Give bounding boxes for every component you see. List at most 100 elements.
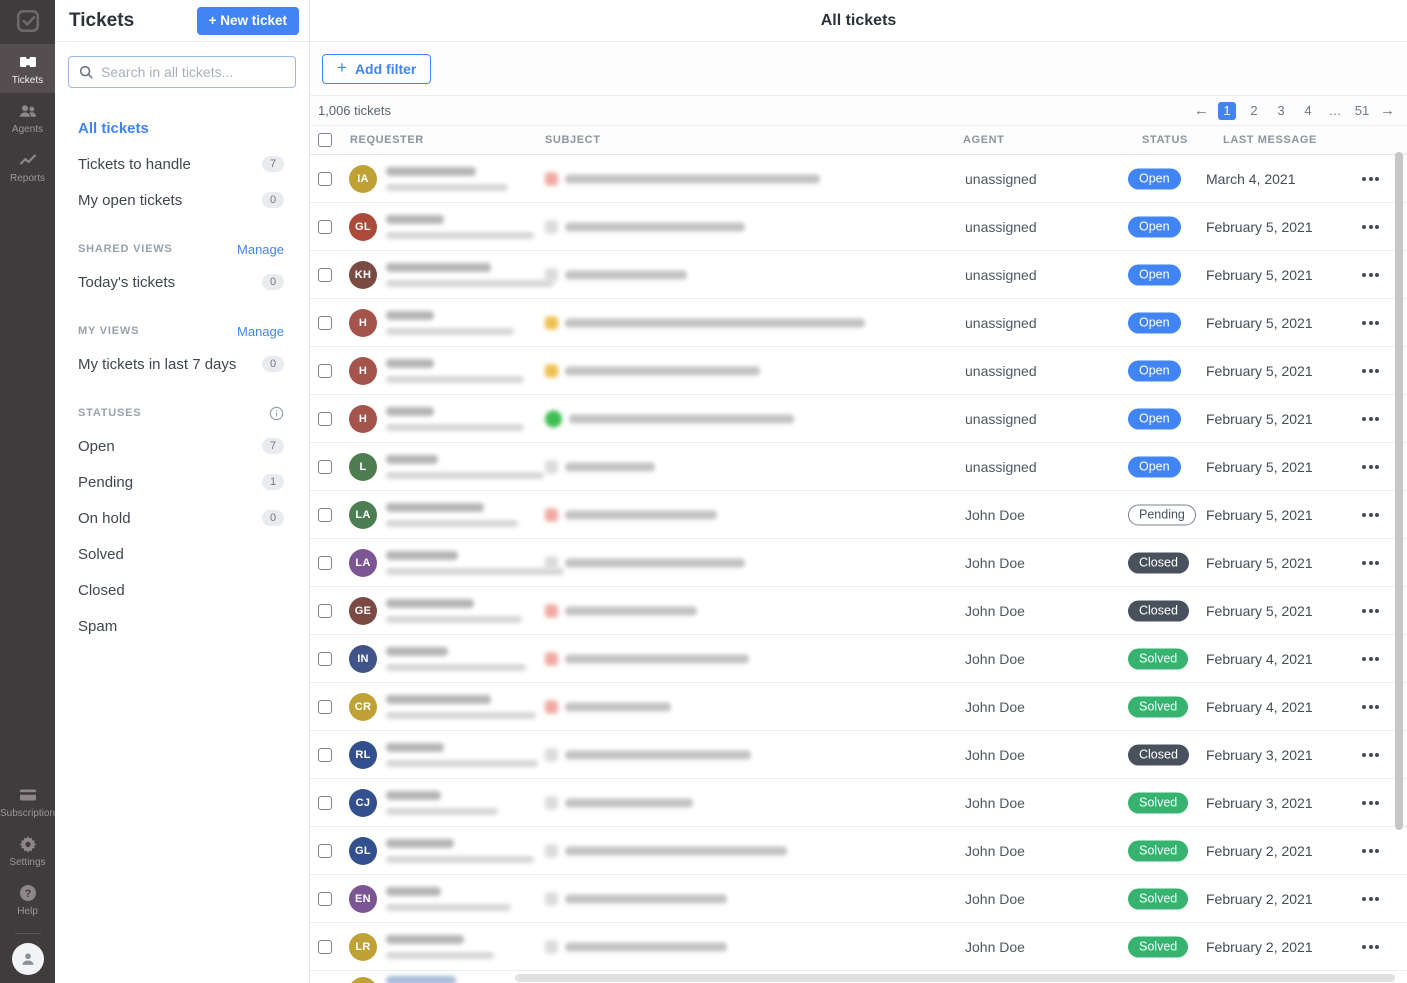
- sidebar-item-spam[interactable]: Spam: [78, 608, 284, 644]
- sidebar-item-my-tickets-in-last-7-days[interactable]: My tickets in last 7 days 0: [78, 346, 284, 382]
- row-menu-button[interactable]: [1360, 171, 1381, 187]
- last-message-date: February 3, 2021: [1206, 747, 1313, 763]
- search-box[interactable]: [68, 56, 296, 88]
- row-checkbox[interactable]: [318, 556, 332, 570]
- row-checkbox[interactable]: [318, 508, 332, 522]
- sidebar-item-today-s-tickets[interactable]: Today's tickets 0: [78, 264, 284, 300]
- search-input[interactable]: [101, 64, 286, 80]
- manage-link[interactable]: Manage: [237, 242, 284, 257]
- status-badge: Closed: [1128, 600, 1189, 621]
- row-checkbox[interactable]: [318, 700, 332, 714]
- rail-item-tickets[interactable]: Tickets: [0, 44, 55, 93]
- sidebar-item-open[interactable]: Open 7: [78, 428, 284, 464]
- rail-item-label: Tickets: [12, 75, 43, 86]
- rail-item-settings[interactable]: Settings: [0, 826, 55, 875]
- row-checkbox[interactable]: [318, 172, 332, 186]
- sidebar-item-label: On hold: [78, 510, 131, 527]
- row-menu-button[interactable]: [1360, 747, 1381, 763]
- sidebar-item-my-open-tickets[interactable]: My open tickets 0: [78, 182, 284, 218]
- horizontal-scrollbar-thumb[interactable]: [515, 974, 1395, 982]
- ticket-row[interactable]: CJ John Doe Solved February 3, 2021: [310, 779, 1407, 827]
- row-checkbox[interactable]: [318, 412, 332, 426]
- row-menu-button[interactable]: [1360, 219, 1381, 235]
- rail-item-subscription[interactable]: Subscription: [0, 777, 55, 826]
- row-menu-button[interactable]: [1360, 891, 1381, 907]
- row-checkbox[interactable]: [318, 940, 332, 954]
- row-checkbox[interactable]: [318, 220, 332, 234]
- row-menu-button[interactable]: [1360, 555, 1381, 571]
- subject-emoji-icon: [545, 508, 558, 521]
- subject-cell: [545, 316, 865, 329]
- last-message-date: February 5, 2021: [1206, 555, 1313, 571]
- ticket-row[interactable]: LA John Doe Closed February 5, 2021: [310, 539, 1407, 587]
- row-checkbox[interactable]: [318, 796, 332, 810]
- row-menu-button[interactable]: [1360, 603, 1381, 619]
- sidebar-item-closed[interactable]: Closed: [78, 572, 284, 608]
- row-menu-button[interactable]: [1360, 651, 1381, 667]
- row-menu-button[interactable]: [1360, 843, 1381, 859]
- row-checkbox[interactable]: [318, 268, 332, 282]
- ticket-row[interactable]: EN John Doe Solved February 2, 2021: [310, 875, 1407, 923]
- row-menu-button[interactable]: [1360, 315, 1381, 331]
- ticket-row[interactable]: H unassigned Open February 5, 2021: [310, 395, 1407, 443]
- last-message-date: February 3, 2021: [1206, 795, 1313, 811]
- sidebar-item-pending[interactable]: Pending 1: [78, 464, 284, 500]
- pagination-page-2[interactable]: 2: [1245, 102, 1263, 120]
- ticket-row[interactable]: GE John Doe Closed February 5, 2021: [310, 587, 1407, 635]
- sidebar-item-all-tickets[interactable]: All tickets: [78, 110, 284, 146]
- ticket-row[interactable]: RL John Doe Closed February 3, 2021: [310, 731, 1407, 779]
- subject-redacted: [565, 606, 697, 615]
- rail-item-agents[interactable]: Agents: [0, 93, 55, 142]
- pagination-page-4[interactable]: 4: [1299, 102, 1317, 120]
- info-icon[interactable]: [269, 406, 284, 421]
- row-checkbox[interactable]: [318, 892, 332, 906]
- requester-email-redacted: [386, 232, 534, 239]
- ticket-row[interactable]: H unassigned Open February 5, 2021: [310, 299, 1407, 347]
- ticket-row[interactable]: IN John Doe Solved February 4, 2021: [310, 635, 1407, 683]
- row-checkbox[interactable]: [318, 652, 332, 666]
- last-message-date: March 4, 2021: [1206, 171, 1296, 187]
- next-page-icon[interactable]: →: [1380, 102, 1395, 119]
- pagination-page-3[interactable]: 3: [1272, 102, 1290, 120]
- vertical-scrollbar-thumb[interactable]: [1395, 152, 1403, 830]
- row-checkbox[interactable]: [318, 460, 332, 474]
- new-ticket-button[interactable]: + New ticket: [197, 7, 299, 35]
- user-avatar[interactable]: [12, 943, 44, 975]
- row-checkbox[interactable]: [318, 748, 332, 762]
- ticket-row[interactable]: H unassigned Open February 5, 2021: [310, 347, 1407, 395]
- ticket-row[interactable]: GL John Doe Solved February 2, 2021: [310, 827, 1407, 875]
- subject-cell: [545, 748, 751, 761]
- row-menu-button[interactable]: [1360, 411, 1381, 427]
- pagination-page-51[interactable]: 51: [1353, 102, 1371, 120]
- ticket-row[interactable]: L unassigned Open February 5, 2021: [310, 443, 1407, 491]
- row-menu-button[interactable]: [1360, 267, 1381, 283]
- row-menu-button[interactable]: [1360, 939, 1381, 955]
- row-checkbox[interactable]: [318, 316, 332, 330]
- row-checkbox[interactable]: [318, 604, 332, 618]
- rail-item-help[interactable]: ? Help: [0, 875, 55, 924]
- rail-item-reports[interactable]: Reports: [0, 142, 55, 191]
- ticket-row[interactable]: CR John Doe Solved February 4, 2021: [310, 683, 1407, 731]
- row-checkbox[interactable]: [318, 844, 332, 858]
- ticket-row[interactable]: IA unassigned Open March 4, 2021: [310, 155, 1407, 203]
- prev-page-icon[interactable]: ←: [1194, 102, 1209, 119]
- row-menu-button[interactable]: [1360, 699, 1381, 715]
- sidebar-section-title: STATUSES: [78, 407, 141, 419]
- sidebar-item-tickets-to-handle[interactable]: Tickets to handle 7: [78, 146, 284, 182]
- manage-link[interactable]: Manage: [237, 324, 284, 339]
- select-all-checkbox[interactable]: [318, 133, 332, 147]
- sidebar-item-on-hold[interactable]: On hold 0: [78, 500, 284, 536]
- ticket-row[interactable]: LA John Doe Pending February 5, 2021: [310, 491, 1407, 539]
- add-filter-button[interactable]: + Add filter: [322, 54, 431, 84]
- ticket-row[interactable]: KH unassigned Open February 5, 2021: [310, 251, 1407, 299]
- ticket-row[interactable]: LR John Doe Solved February 2, 2021: [310, 923, 1407, 971]
- row-menu-button[interactable]: [1360, 363, 1381, 379]
- pagination-page-1[interactable]: 1: [1218, 102, 1236, 120]
- sidebar-item-solved[interactable]: Solved: [78, 536, 284, 572]
- agent-name: unassigned: [965, 267, 1037, 283]
- row-menu-button[interactable]: [1360, 795, 1381, 811]
- row-menu-button[interactable]: [1360, 459, 1381, 475]
- ticket-row[interactable]: GL unassigned Open February 5, 2021: [310, 203, 1407, 251]
- row-menu-button[interactable]: [1360, 507, 1381, 523]
- row-checkbox[interactable]: [318, 364, 332, 378]
